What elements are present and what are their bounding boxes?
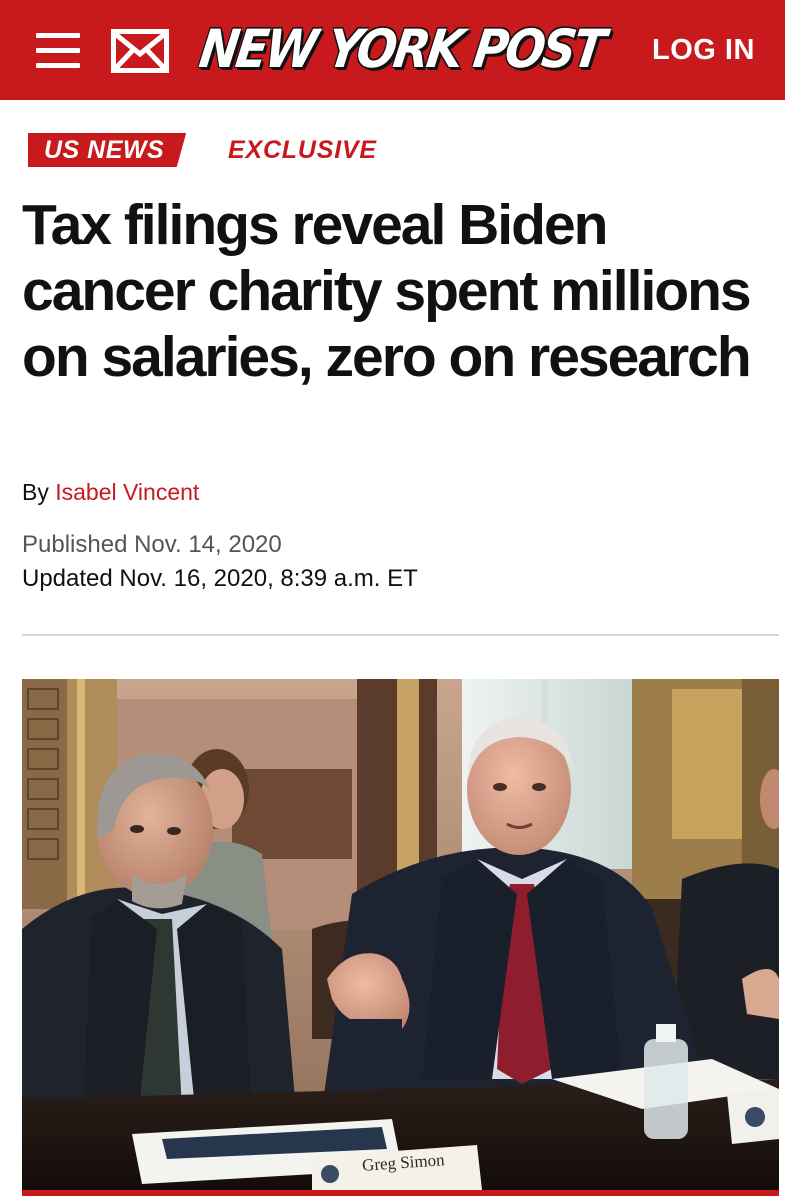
article-photo[interactable]: Greg Simon — [22, 679, 779, 1190]
article-headline: Tax filings reveal Biden cancer charity … — [22, 193, 752, 389]
updated-date: Updated Nov. 16, 2020, 8:39 a.m. ET — [22, 565, 418, 592]
author-link[interactable]: Isabel Vincent — [55, 479, 199, 505]
site-header: NEW YORK POST LOG IN — [0, 0, 785, 100]
login-button[interactable]: LOG IN — [652, 30, 755, 70]
exclusive-label: EXCLUSIVE — [228, 136, 377, 164]
hamburger-menu-icon[interactable] — [36, 33, 80, 69]
envelope-icon[interactable] — [111, 29, 169, 73]
site-logo-text: NEW YORK POST — [195, 18, 607, 80]
bottom-accent-bar — [22, 1190, 779, 1200]
published-date: Published Nov. 14, 2020 — [22, 531, 282, 558]
byline-prefix: By — [22, 479, 49, 505]
byline: By Isabel Vincent — [22, 479, 199, 506]
site-logo[interactable]: NEW YORK POST — [195, 14, 607, 84]
divider — [22, 634, 779, 636]
section-tag[interactable]: US NEWS — [28, 133, 187, 167]
